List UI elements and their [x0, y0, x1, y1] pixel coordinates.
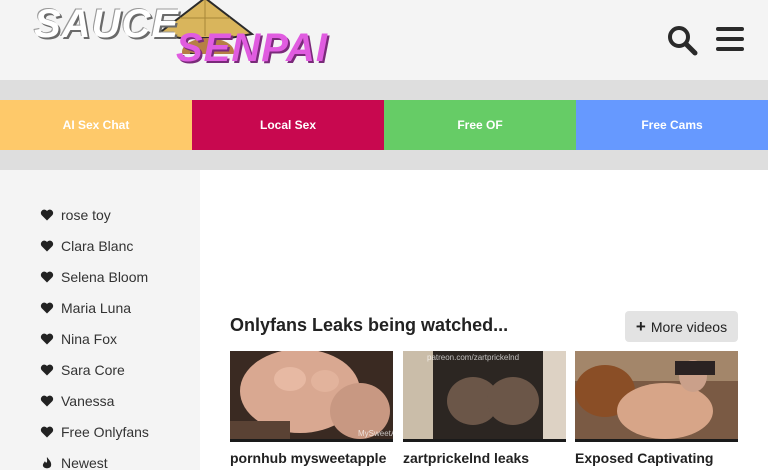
heart-icon [40, 209, 54, 221]
video-thumbnail-1[interactable]: MySweetApple [230, 351, 393, 442]
sidebar-item-newest[interactable]: Newest [40, 453, 108, 473]
logo-text-senpai: SENPAI [176, 26, 328, 70]
video-preview-image [575, 351, 738, 442]
menu-button[interactable] [716, 26, 744, 52]
video-watermark: MySweetApple [358, 429, 393, 438]
fire-icon [42, 457, 52, 469]
sidebar-item-label: Maria Luna [61, 300, 132, 316]
sidebar-item-label: rose toy [61, 207, 111, 223]
hamburger-menu-icon [716, 27, 744, 51]
thumbnail-bar [230, 439, 393, 442]
main-content: Onlyfans Leaks being watched... + More v… [200, 170, 768, 470]
divider-bar [0, 150, 768, 170]
video-title-1[interactable]: pornhub mysweetapple [230, 450, 386, 466]
sidebar-item-clara-blanc[interactable]: Clara Blanc [40, 236, 133, 256]
sidebar-item-label: Selena Bloom [61, 269, 149, 285]
divider-bar [0, 80, 768, 100]
promo-ai-sex-chat[interactable]: AI Sex Chat [0, 100, 192, 150]
promo-free-cams[interactable]: Free Cams [576, 100, 768, 150]
more-videos-button[interactable]: + More videos [625, 311, 738, 342]
more-videos-label: More videos [650, 318, 728, 335]
search-icon [668, 26, 698, 56]
thumbnail-bar [575, 439, 738, 442]
heart-icon [40, 395, 54, 407]
sidebar-item-label: Sara Core [61, 362, 125, 378]
sidebar-item-label: Vanessa [61, 393, 115, 409]
heart-icon [40, 364, 54, 376]
video-thumbnail-2[interactable]: patreon.com/zartprickelnd [403, 351, 566, 442]
sidebar-item-rose-toy[interactable]: rose toy [40, 205, 111, 225]
video-title-2[interactable]: zartprickelnd leaks [403, 450, 529, 466]
sidebar-item-vanessa[interactable]: Vanessa [40, 391, 114, 411]
promo-free-of[interactable]: Free OF [384, 100, 576, 150]
sidebar: rose toy Clara Blanc Selena Bloom Maria … [0, 170, 200, 473]
sidebar-item-label: Clara Blanc [61, 238, 134, 254]
sidebar-item-label: Newest [61, 455, 108, 471]
thumbnail-bar [403, 439, 566, 442]
section-title: Onlyfans Leaks being watched... [230, 315, 509, 335]
heart-icon [40, 333, 54, 345]
video-watermark: patreon.com/zartprickelnd [427, 353, 520, 362]
promo-nav: AI Sex Chat Local Sex Free OF Free Cams [0, 100, 768, 150]
plus-icon: + [635, 316, 646, 336]
video-title-3[interactable]: Exposed Captivating [575, 450, 713, 466]
heart-icon [40, 271, 54, 283]
video-thumbnail-3[interactable] [575, 351, 738, 442]
sidebar-item-label: Nina Fox [61, 331, 118, 347]
logo-text-sauce: SAUCE [34, 2, 180, 46]
promo-local-sex[interactable]: Local Sex [192, 100, 384, 150]
heart-icon [40, 240, 54, 252]
search-button[interactable] [666, 24, 698, 56]
heart-icon [40, 426, 54, 438]
sidebar-item-nina-fox[interactable]: Nina Fox [40, 329, 117, 349]
site-header: SAUCE SENPAI [0, 0, 768, 80]
sidebar-item-free-onlyfans[interactable]: Free Onlyfans [40, 422, 149, 442]
sidebar-item-sara-core[interactable]: Sara Core [40, 360, 125, 380]
site-logo[interactable]: SAUCE SENPAI [30, 0, 340, 80]
video-preview-image [403, 351, 566, 442]
sidebar-item-label: Free Onlyfans [61, 424, 149, 440]
heart-icon [40, 302, 54, 314]
sidebar-item-selena-bloom[interactable]: Selena Bloom [40, 267, 148, 287]
sidebar-item-maria-luna[interactable]: Maria Luna [40, 298, 131, 318]
